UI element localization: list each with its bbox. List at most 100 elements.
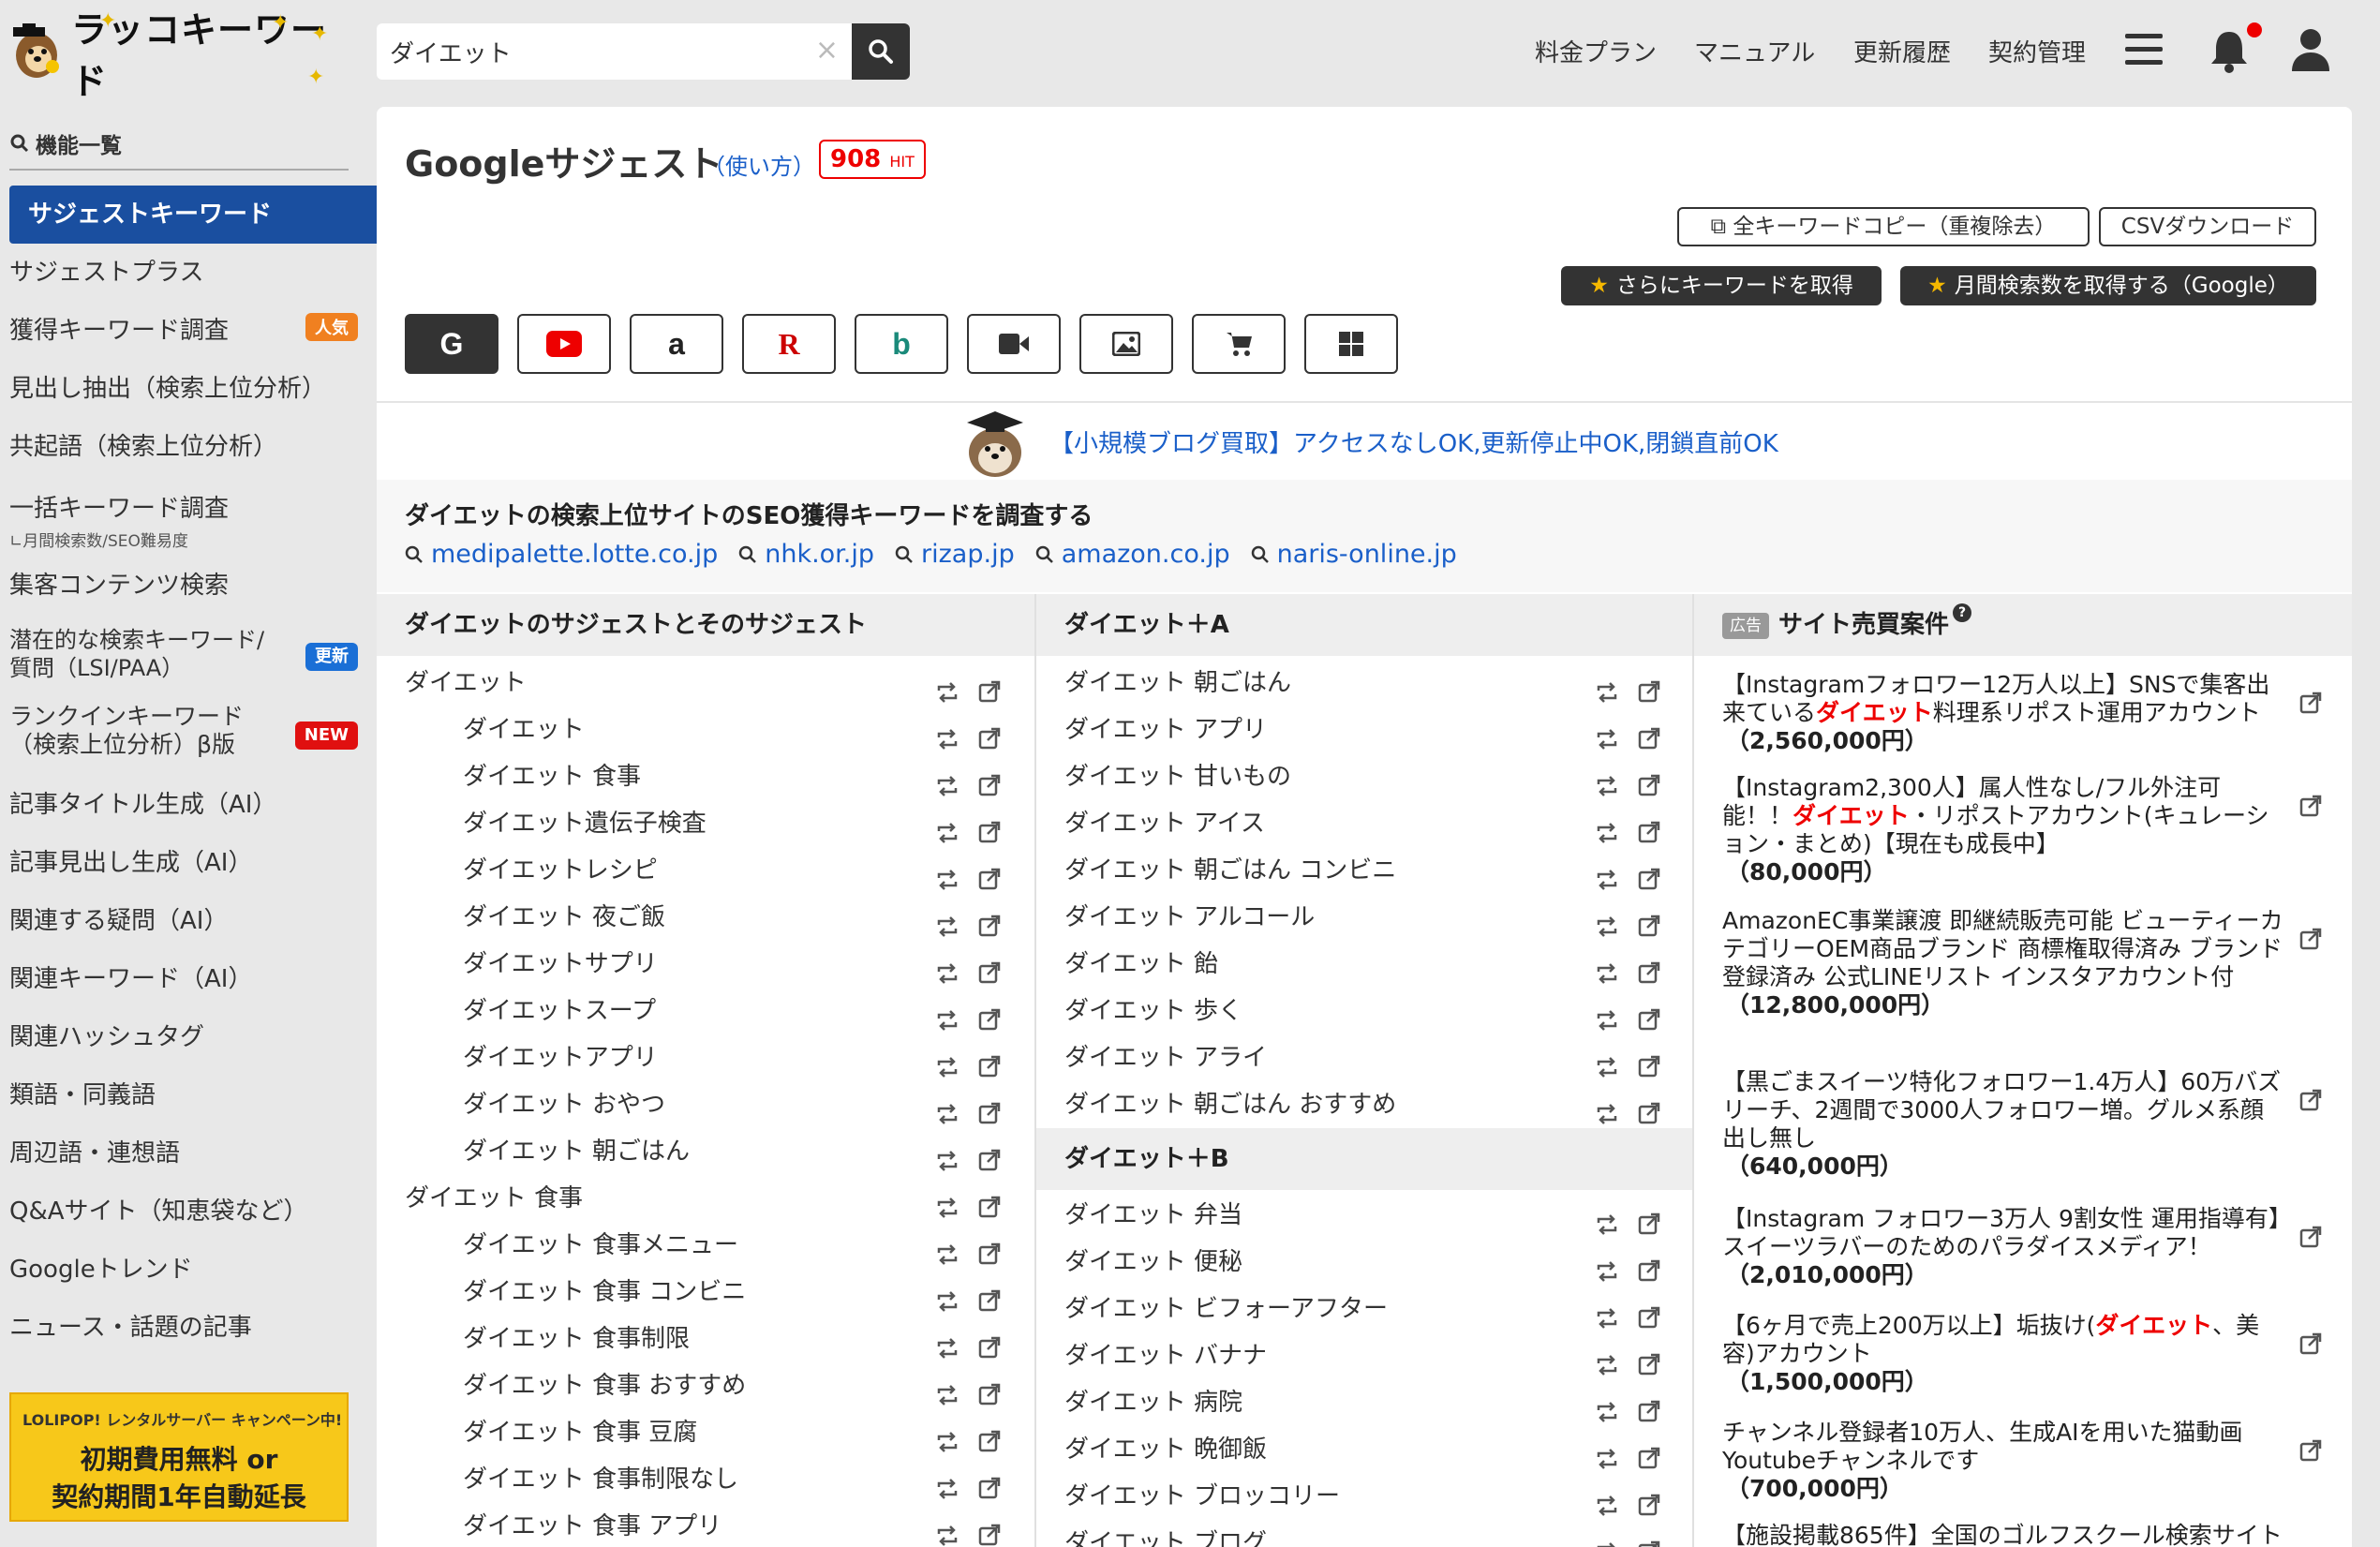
nav-contract-link[interactable]: 契約管理 bbox=[1988, 34, 2086, 68]
keyword-row[interactable]: ダイエット 朝ごはん コンビニ bbox=[1036, 847, 1673, 894]
keyword-text[interactable]: ダイエット 食事 豆腐 bbox=[463, 1409, 697, 1456]
sidebar-item-lsi[interactable]: 潜在的な検索キーワード/質問（LSI/PAA） 更新 bbox=[9, 626, 377, 682]
sidebar-item-headings[interactable]: 見出し抽出（検索上位分析） bbox=[9, 369, 377, 404]
external-link-icon[interactable] bbox=[2299, 1332, 2322, 1359]
keyword-row[interactable]: ダイエット アライ bbox=[1036, 1034, 1673, 1081]
tab-youtube[interactable] bbox=[517, 314, 611, 374]
keyword-row[interactable]: ダイエット アイス bbox=[1036, 800, 1673, 847]
sidebar-item-ai-title[interactable]: 記事タイトル生成（AI） bbox=[9, 785, 377, 820]
keyword-text[interactable]: ダイエット 食事 おすすめ bbox=[463, 1362, 746, 1409]
keyword-row[interactable]: ダイエット 夜ご飯 bbox=[377, 894, 1014, 941]
keyword-text[interactable]: ダイエット 飴 bbox=[1064, 941, 1218, 988]
keyword-row[interactable]: ダイエット 食事 おすすめ bbox=[377, 1362, 1014, 1409]
keyword-text[interactable]: ダイエット 甘いもの bbox=[1064, 753, 1291, 800]
seo-link-item[interactable]: amazon.co.jp bbox=[1035, 540, 1230, 569]
tab-google[interactable]: G bbox=[405, 314, 498, 374]
keyword-text[interactable]: ダイエット 便秘 bbox=[1064, 1239, 1242, 1286]
tab-shopping[interactable] bbox=[1192, 314, 1286, 374]
swap-icon[interactable] bbox=[1595, 1532, 1619, 1547]
logo[interactable]: ラッコキーワード ✦ ✦ ✦ ✦ bbox=[9, 9, 333, 102]
keyword-row[interactable]: ダイエット ブログ bbox=[1036, 1520, 1673, 1547]
sidebar-item-trends[interactable]: Googleトレンド bbox=[9, 1250, 377, 1285]
search-field[interactable]: × bbox=[377, 23, 852, 80]
promo-banner[interactable]: 【小規模ブログ買取】アクセスなしOK,更新停止中OK,閉鎖直前OK bbox=[958, 405, 1778, 478]
keyword-row[interactable]: ダイエットスープ bbox=[377, 988, 1014, 1034]
tab-amazon[interactable]: a bbox=[630, 314, 723, 374]
keyword-text[interactable]: ダイエット 食事 コンビニ bbox=[463, 1269, 746, 1316]
sidebar-item-rank-in[interactable]: ランクインキーワード （検索上位分析）β版 NEW bbox=[9, 703, 377, 759]
keyword-row[interactable]: ダイエット アルコール bbox=[1036, 894, 1673, 941]
keyword-text[interactable]: ダイエット bbox=[405, 660, 527, 707]
ad-listing[interactable]: 【黒ごまスイーツ特化フォロワー1.4万人】60万バズリーチ、2週間で3000人フ… bbox=[1722, 1068, 2284, 1181]
sidebar-item-qa[interactable]: Q&Aサイト（知恵袋など） bbox=[9, 1192, 377, 1227]
keyword-row[interactable]: ダイエット bbox=[377, 660, 1014, 707]
keyword-row[interactable]: ダイエット 食事 bbox=[377, 753, 1014, 800]
keyword-text[interactable]: ダイエット 病院 bbox=[1064, 1379, 1242, 1426]
menu-icon[interactable] bbox=[2125, 34, 2163, 66]
seo-link[interactable]: rizap.jp bbox=[921, 540, 1015, 569]
external-link-icon[interactable] bbox=[2299, 1439, 2322, 1465]
keyword-row[interactable]: ダイエット 食事 bbox=[377, 1175, 1014, 1222]
ad-listing[interactable]: チャンネル登録者10万人、生成AIを用いた猫動画Youtubeチャンネルです （7… bbox=[1722, 1419, 2284, 1503]
keyword-text[interactable]: ダイエット 弁当 bbox=[1064, 1192, 1242, 1239]
keyword-row[interactable]: ダイエット 食事制限 bbox=[377, 1316, 1014, 1362]
seo-link[interactable]: amazon.co.jp bbox=[1062, 540, 1230, 569]
seo-link-item[interactable]: medipalette.lotte.co.jp bbox=[405, 540, 718, 569]
csv-download-button[interactable]: CSVダウンロード bbox=[2099, 207, 2316, 246]
seo-link-item[interactable]: rizap.jp bbox=[895, 540, 1015, 569]
keyword-text[interactable]: ダイエット 夜ご飯 bbox=[463, 894, 665, 941]
seo-link[interactable]: naris-online.jp bbox=[1277, 540, 1457, 569]
user-icon[interactable] bbox=[2290, 26, 2331, 77]
keyword-text[interactable]: ダイエット 食事メニュー bbox=[463, 1222, 738, 1269]
bell-icon[interactable] bbox=[2209, 28, 2250, 77]
keyword-row[interactable]: ダイエットアプリ bbox=[377, 1034, 1014, 1081]
keyword-row[interactable]: ダイエット遺伝子検査 bbox=[377, 800, 1014, 847]
external-link-icon[interactable] bbox=[2299, 692, 2322, 718]
keyword-row[interactable]: ダイエット 食事 コンビニ bbox=[377, 1269, 1014, 1316]
keyword-text[interactable]: ダイエット 食事制限なし bbox=[463, 1456, 738, 1503]
more-keywords-button[interactable]: ★ さらにキーワードを取得 bbox=[1561, 266, 1882, 305]
keyword-row[interactable]: ダイエット 食事メニュー bbox=[377, 1222, 1014, 1269]
keyword-text[interactable]: ダイエット遺伝子検査 bbox=[463, 800, 707, 847]
keyword-text[interactable]: ダイエットアプリ bbox=[463, 1034, 658, 1081]
keyword-row[interactable]: ダイエット 病院 bbox=[1036, 1379, 1673, 1426]
sidebar-item-news[interactable]: ニュース・話題の記事 bbox=[9, 1308, 377, 1343]
keyword-row[interactable]: ダイエット 飴 bbox=[1036, 941, 1673, 988]
tab-rakuten[interactable]: R bbox=[742, 314, 836, 374]
keyword-row[interactable]: ダイエット バナナ bbox=[1036, 1332, 1673, 1379]
seo-link[interactable]: nhk.or.jp bbox=[765, 540, 874, 569]
sidebar-item-hashtags[interactable]: 関連ハッシュタグ bbox=[9, 1018, 377, 1052]
keyword-row[interactable]: ダイエットレシピ bbox=[377, 847, 1014, 894]
nav-pricing-link[interactable]: 料金プラン bbox=[1535, 34, 1657, 68]
external-link-icon[interactable] bbox=[978, 1515, 1001, 1547]
keyword-text[interactable]: ダイエット 食事 bbox=[405, 1175, 583, 1222]
keyword-text[interactable]: ダイエット ビフォーアフター bbox=[1064, 1286, 1388, 1332]
nav-changelog-link[interactable]: 更新履歴 bbox=[1853, 34, 1951, 68]
keyword-text[interactable]: ダイエット 朝ごはん bbox=[463, 1128, 690, 1175]
seo-link-item[interactable]: nhk.or.jp bbox=[738, 540, 874, 569]
seo-link-item[interactable]: naris-online.jp bbox=[1251, 540, 1457, 569]
keyword-text[interactable]: ダイエット ブログ bbox=[1064, 1520, 1267, 1547]
keyword-text[interactable]: ダイエットレシピ bbox=[463, 847, 658, 894]
keyword-row[interactable]: ダイエット 食事 アプリ bbox=[377, 1503, 1014, 1547]
sidebar-item-cooccurrence[interactable]: 共起語（検索上位分析） bbox=[9, 427, 377, 462]
ad-listing[interactable]: 【6ヶ月で売上200万以上】垢抜け(ダイエット、美容)アカウント （1,500,0… bbox=[1722, 1312, 2284, 1396]
search-button[interactable] bbox=[852, 23, 910, 80]
keyword-text[interactable]: ダイエット 朝ごはん おすすめ bbox=[1064, 1081, 1396, 1128]
sidebar-item-suggest[interactable]: サジェストキーワード bbox=[9, 186, 377, 244]
keyword-row[interactable]: ダイエット 朝ごはん bbox=[377, 1128, 1014, 1175]
keyword-row[interactable]: ダイエット 食事 豆腐 bbox=[377, 1409, 1014, 1456]
sidebar-item-acquired-keywords[interactable]: 獲得キーワード調査 人気 bbox=[9, 311, 377, 346]
keyword-row[interactable]: ダイエット 歩く bbox=[1036, 988, 1673, 1034]
ad-listing[interactable]: 【Instagram フォロワー3万人 9割女性 運用指導有】スイーツラバーのた… bbox=[1722, 1205, 2284, 1289]
clear-icon[interactable]: × bbox=[815, 37, 839, 65]
ad-listing[interactable]: 【Instagramフォロワー12万人以上】SNSで集客出来ているダイエット料理… bbox=[1722, 671, 2284, 755]
external-link-icon[interactable] bbox=[2299, 1089, 2322, 1115]
keyword-text[interactable]: ダイエットスープ bbox=[463, 988, 656, 1034]
tab-video[interactable] bbox=[967, 314, 1061, 374]
keyword-text[interactable]: ダイエット バナナ bbox=[1064, 1332, 1267, 1379]
keyword-row[interactable]: ダイエット 朝ごはん おすすめ bbox=[1036, 1081, 1673, 1128]
keyword-text[interactable]: ダイエット 食事 bbox=[463, 753, 641, 800]
tab-image[interactable] bbox=[1079, 314, 1173, 374]
keyword-row[interactable]: ダイエット 朝ごはん bbox=[1036, 660, 1673, 707]
